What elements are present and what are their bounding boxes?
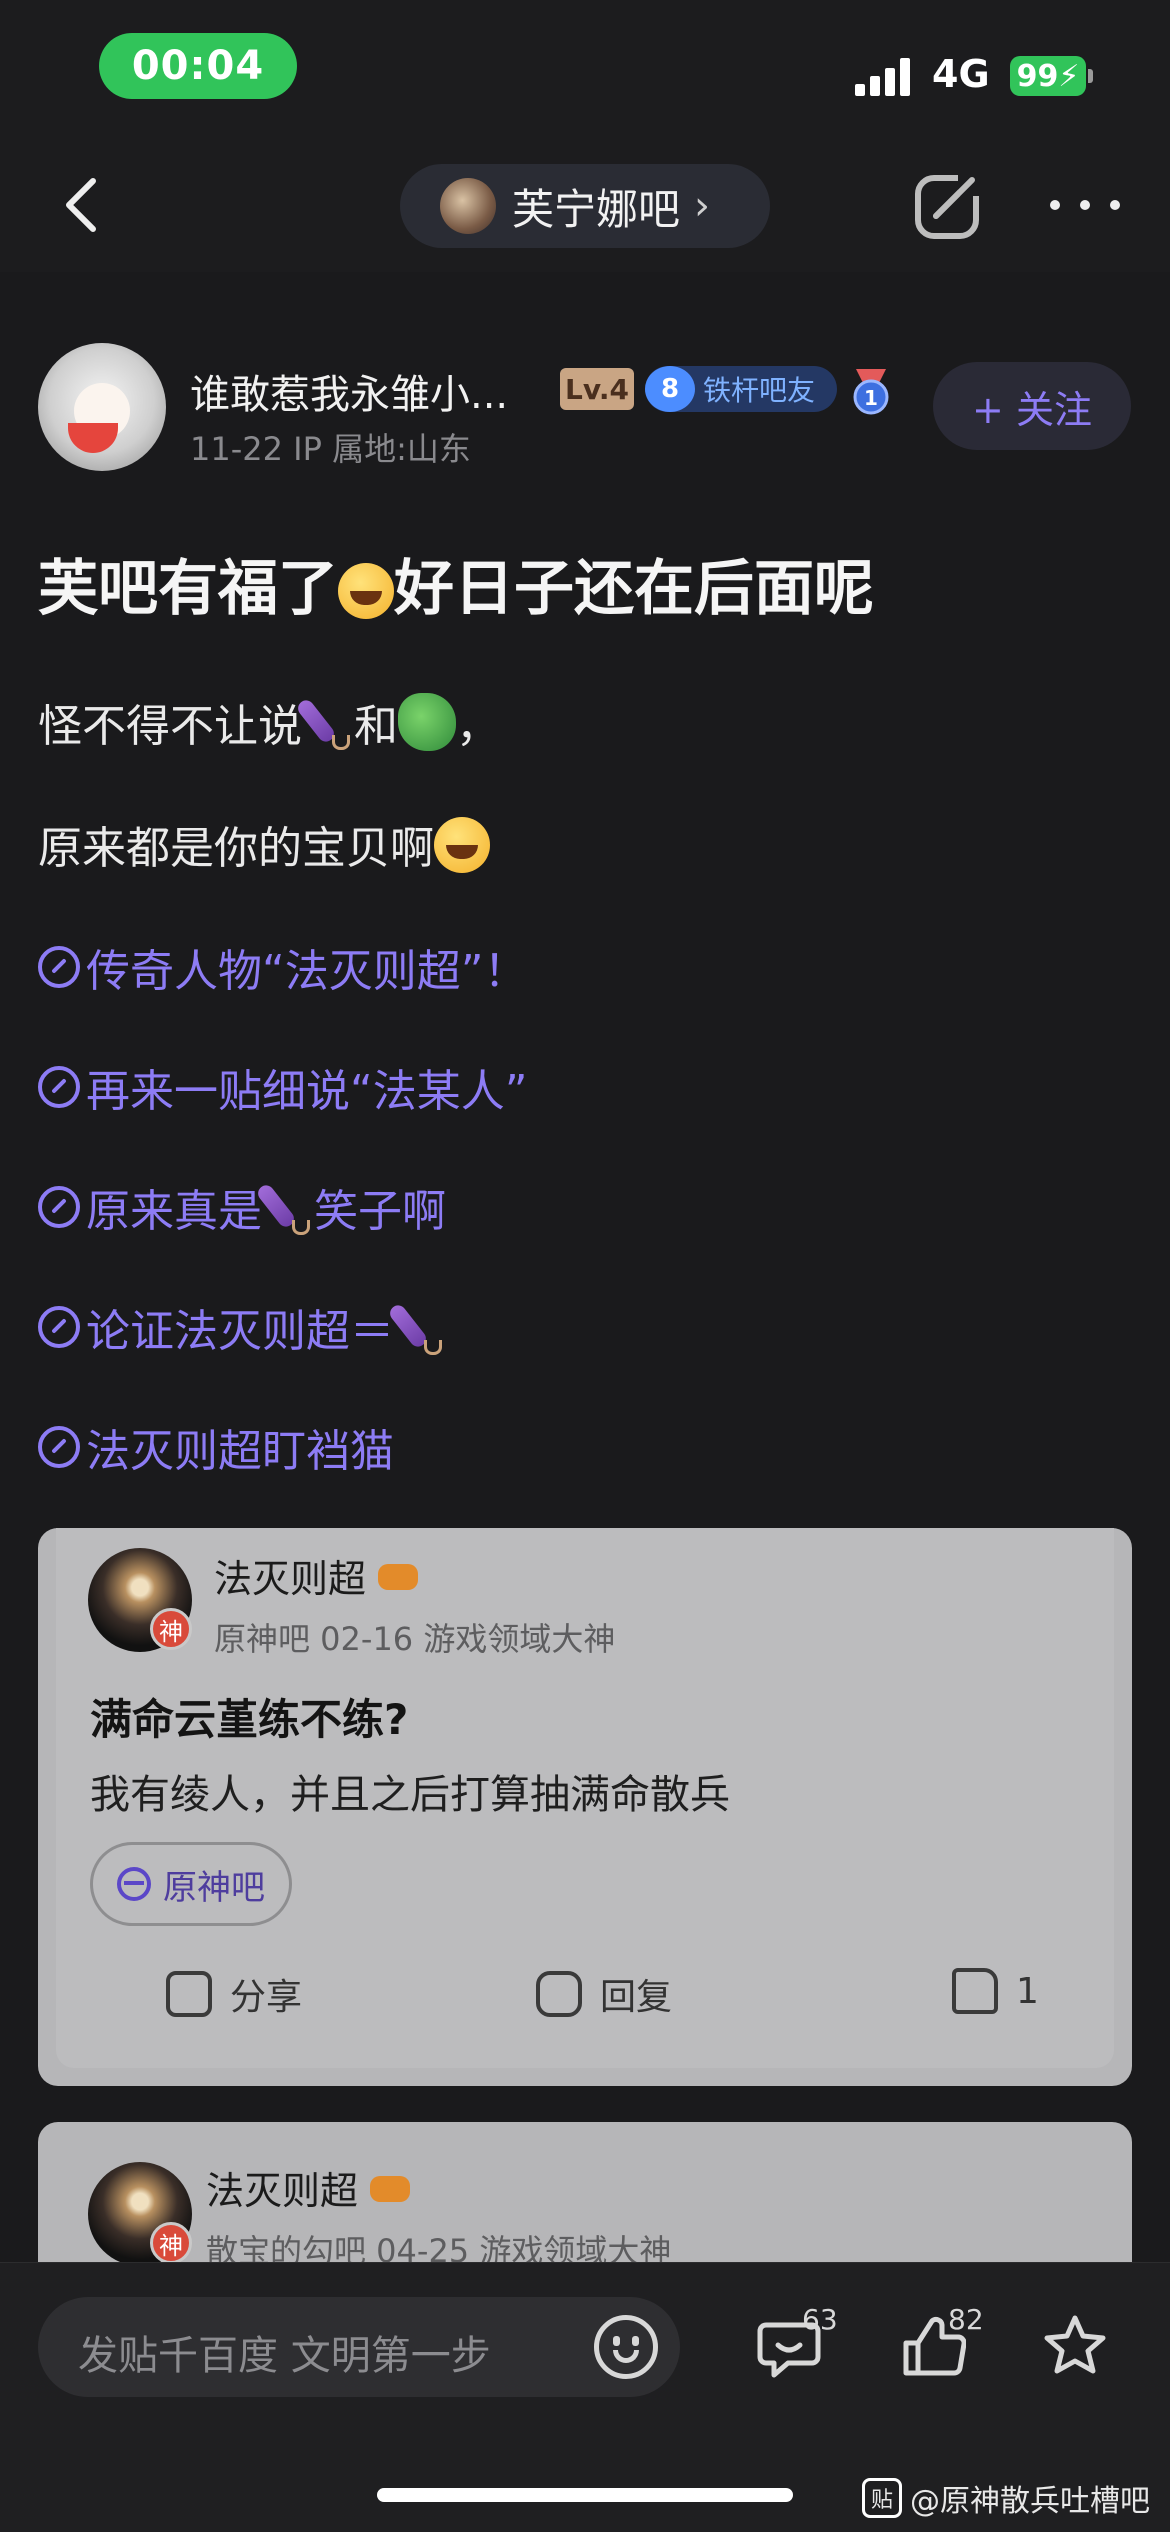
umbrella-emoji-icon bbox=[262, 1176, 314, 1238]
card-title: 满命云堇练不练? bbox=[90, 1695, 409, 1744]
card-author-name: 法灭则超 bbox=[214, 1548, 419, 1603]
umbrella-emoji-icon bbox=[302, 691, 354, 753]
forum-icon bbox=[117, 1867, 151, 1901]
post-title: 芙吧有福了 好日子还在后面呢 bbox=[38, 540, 874, 627]
battery-tip bbox=[1088, 69, 1093, 83]
link-icon bbox=[38, 1306, 80, 1348]
card-like-count: 1 bbox=[1016, 1970, 1039, 2012]
battery-icon: 99 ⚡ bbox=[1010, 56, 1086, 96]
forum-avatar bbox=[440, 178, 496, 234]
level-badge: Lv.4 bbox=[560, 368, 634, 410]
dragon-emoji-icon bbox=[398, 693, 456, 751]
rank-badge: 8 铁杆吧友 bbox=[645, 366, 837, 412]
post-title-part1: 芙吧有福了 bbox=[38, 554, 338, 624]
back-icon[interactable] bbox=[55, 175, 115, 235]
laughing-emoji-icon bbox=[338, 563, 394, 619]
link-text: 原来真是 bbox=[86, 1186, 262, 1237]
embedded-post-card[interactable]: 神 法灭则超 原神吧 02-16 游戏领域大神 满命云堇练不练? 我有绫人，并且… bbox=[38, 1528, 1132, 2086]
link-text: 法灭则超盯裆猫 bbox=[86, 1426, 394, 1477]
card-author-name-text: 法灭则超 bbox=[206, 2169, 359, 2213]
game-controller-icon bbox=[370, 2176, 411, 2202]
post-link-3[interactable]: 原来真是 笑子啊 bbox=[38, 1175, 446, 1239]
share-icon[interactable] bbox=[912, 170, 984, 242]
post-paragraph-1: 怪不得不让说 和 ， bbox=[38, 690, 500, 754]
forum-name: 芙宁娜吧 bbox=[512, 184, 681, 234]
compose-placeholder: 发贴千百度 文明第一步 bbox=[78, 2333, 491, 2379]
watermark-text: @原神散兵吐槽吧 bbox=[910, 2484, 1150, 2519]
medal-number: 1 bbox=[864, 386, 878, 410]
laughing-emoji-icon bbox=[434, 817, 490, 873]
author-avatar[interactable] bbox=[38, 343, 166, 471]
tieba-logo-icon: 贴 bbox=[862, 2478, 902, 2518]
card-like-button[interactable]: 1 bbox=[952, 1968, 1039, 2014]
post-link-1[interactable]: 传奇人物“法灭则超”！ bbox=[38, 935, 528, 999]
home-indicator bbox=[377, 2488, 793, 2502]
paragraph-text: 和 bbox=[354, 701, 398, 752]
card-share-button[interactable]: 分享 bbox=[166, 1968, 302, 2020]
game-controller-icon bbox=[378, 1564, 419, 1590]
thumbs-up-icon bbox=[952, 1968, 998, 2014]
comment-count: 63 bbox=[802, 2303, 838, 2336]
cellular-signal-icon bbox=[855, 56, 915, 96]
post-link-2[interactable]: 再来一贴细说“法某人” bbox=[38, 1055, 528, 1119]
post-title-part2: 好日子还在后面呢 bbox=[394, 554, 874, 624]
author-meta: 11-22 IP 属地:山东 bbox=[190, 430, 471, 468]
compose-input[interactable]: 发贴千百度 文明第一步 bbox=[38, 2297, 680, 2397]
battery-level: 99 bbox=[1016, 58, 1059, 94]
nav-bar: 芙宁娜吧 › bbox=[0, 140, 1170, 272]
card-reply-label: 回复 bbox=[600, 1977, 673, 2018]
watermark: 贴 @原神散兵吐槽吧 bbox=[862, 2476, 1150, 2520]
link-icon bbox=[38, 1066, 80, 1108]
card-author-name-text: 法灭则超 bbox=[214, 1557, 367, 1601]
like-count: 82 bbox=[948, 2303, 984, 2336]
embedded-post-card[interactable]: 神 法灭则超 散宝的勾吧 04-25 游戏领域大神 bbox=[38, 2122, 1132, 2262]
card-body: 我有绫人，并且之后打算抽满命散兵 bbox=[90, 1772, 730, 1818]
god-badge: 神 bbox=[150, 2222, 192, 2262]
post-link-4[interactable]: 论证法灭则超＝ bbox=[38, 1295, 446, 1359]
link-text: 再来一贴细说“法某人” bbox=[86, 1066, 528, 1117]
link-text: 论证法灭则超＝ bbox=[86, 1306, 394, 1357]
god-badge: 神 bbox=[150, 1608, 192, 1650]
forum-pill[interactable]: 芙宁娜吧 › bbox=[400, 164, 770, 248]
link-text: 传奇人物“法灭则超”！ bbox=[86, 946, 528, 997]
card-author-name: 法灭则超 bbox=[206, 2160, 411, 2215]
card-forum-tag-label: 原神吧 bbox=[163, 1867, 265, 1908]
paragraph-text: 原来都是你的宝贝啊 bbox=[38, 823, 434, 874]
card-share-label: 分享 bbox=[230, 1977, 303, 2018]
status-time: 00:04 bbox=[99, 33, 297, 99]
comment-icon bbox=[536, 1971, 582, 2017]
card-meta: 原神吧 02-16 游戏领域大神 bbox=[214, 1620, 616, 1658]
card-reply-button[interactable]: 回复 bbox=[536, 1968, 672, 2020]
follow-button[interactable]: + 关注 bbox=[933, 362, 1131, 450]
link-text: 笑子啊 bbox=[314, 1186, 446, 1237]
card-meta: 散宝的勾吧 04-25 游戏领域大神 bbox=[206, 2232, 672, 2262]
chevron-right-icon: › bbox=[694, 183, 711, 229]
more-options-icon[interactable] bbox=[1050, 190, 1120, 220]
post-paragraph-2: 原来都是你的宝贝啊 bbox=[38, 812, 490, 876]
link-icon bbox=[38, 1186, 80, 1228]
paragraph-text: ， bbox=[456, 701, 500, 752]
link-icon bbox=[38, 1426, 80, 1468]
network-type: 4G bbox=[932, 52, 990, 96]
status-bar: 00:04 4G 99 ⚡ bbox=[0, 0, 1170, 140]
rank-label: 铁杆吧友 bbox=[703, 374, 816, 407]
star-icon[interactable] bbox=[1042, 2313, 1108, 2379]
author-name[interactable]: 谁敢惹我永雏小... bbox=[190, 362, 508, 420]
medal-icon: 1 bbox=[853, 369, 889, 415]
umbrella-emoji-icon bbox=[394, 1296, 446, 1358]
post-link-5[interactable]: 法灭则超盯裆猫 bbox=[38, 1415, 394, 1479]
link-icon bbox=[38, 946, 80, 988]
rank-number: 8 bbox=[645, 366, 695, 412]
share-icon bbox=[166, 1971, 212, 2017]
card-forum-tag[interactable]: 原神吧 bbox=[90, 1842, 292, 1926]
emoji-icon[interactable] bbox=[594, 2315, 658, 2379]
paragraph-text: 怪不得不让说 bbox=[38, 701, 302, 752]
